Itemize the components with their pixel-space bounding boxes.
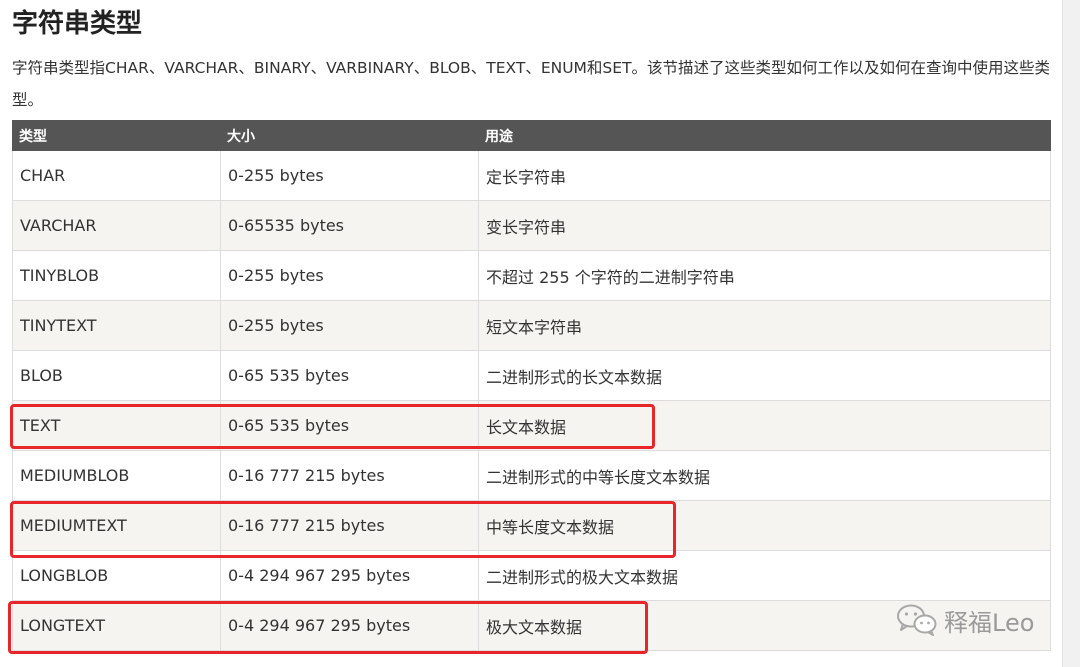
cell-size: 0-255 bytes: [220, 250, 479, 301]
table-row: LONGBLOB 0-4 294 967 295 bytes 二进制形式的极大文…: [12, 550, 1051, 601]
page-title: 字符串类型: [12, 9, 143, 39]
cell-use: 二进制形式的中等长度文本数据: [478, 450, 1051, 501]
string-types-table: 类型 大小 用途 CHAR 0-255 bytes 定长字符串 VARCHAR …: [12, 120, 1051, 651]
cell-size: 0-4 294 967 295 bytes: [220, 550, 479, 601]
cell-type: TEXT: [12, 400, 221, 451]
cell-use: 中等长度文本数据: [478, 500, 1051, 551]
cell-type: BLOB: [12, 350, 221, 401]
cell-type: LONGTEXT: [12, 600, 221, 651]
cell-use: 二进制形式的长文本数据: [478, 350, 1051, 401]
watermark: 释福Leo: [896, 600, 1034, 640]
cell-type: CHAR: [12, 150, 221, 201]
cell-size: 0-65 535 bytes: [220, 350, 479, 401]
cell-use: 变长字符串: [478, 200, 1051, 251]
wechat-icon: [896, 603, 938, 637]
cell-size: 0-65535 bytes: [220, 200, 479, 251]
table-row: BLOB 0-65 535 bytes 二进制形式的长文本数据: [12, 350, 1051, 401]
header-type: 类型: [12, 120, 221, 151]
cell-type: LONGBLOB: [12, 550, 221, 601]
table-row: VARCHAR 0-65535 bytes 变长字符串: [12, 200, 1051, 251]
table-row: MEDIUMBLOB 0-16 777 215 bytes 二进制形式的中等长度…: [12, 450, 1051, 501]
cell-size: 0-65 535 bytes: [220, 400, 479, 451]
watermark-text: 释福Leo: [944, 608, 1035, 637]
cell-size: 0-255 bytes: [220, 300, 479, 351]
table-row: TINYBLOB 0-255 bytes 不超过 255 个字符的二进制字符串: [12, 250, 1051, 301]
table-row-highlighted: LONGTEXT 0-4 294 967 295 bytes 极大文本数据: [12, 600, 1051, 651]
table-header-row: 类型 大小 用途: [12, 120, 1051, 151]
table-row-highlighted: TEXT 0-65 535 bytes 长文本数据: [12, 400, 1051, 451]
table-row-highlighted: MEDIUMTEXT 0-16 777 215 bytes 中等长度文本数据: [12, 500, 1051, 551]
table-row: CHAR 0-255 bytes 定长字符串: [12, 150, 1051, 201]
cell-use: 不超过 255 个字符的二进制字符串: [478, 250, 1051, 301]
scrollbar[interactable]: [1062, 0, 1080, 667]
header-use: 用途: [478, 120, 1051, 151]
cell-size: 0-16 777 215 bytes: [220, 450, 479, 501]
header-size: 大小: [220, 120, 479, 151]
table-row: TINYTEXT 0-255 bytes 短文本字符串: [12, 300, 1051, 351]
intro-paragraph: 字符串类型指CHAR、VARCHAR、BINARY、VARBINARY、BLOB…: [12, 59, 1051, 109]
cell-size: 0-255 bytes: [220, 150, 479, 201]
cell-use: 二进制形式的极大文本数据: [478, 550, 1051, 601]
cell-type: MEDIUMTEXT: [12, 500, 221, 551]
cell-type: VARCHAR: [12, 200, 221, 251]
cell-type: TINYTEXT: [12, 300, 221, 351]
cell-use: 长文本数据: [478, 400, 1051, 451]
cell-use: 定长字符串: [478, 150, 1051, 201]
cell-size: 0-16 777 215 bytes: [220, 500, 479, 551]
cell-type: MEDIUMBLOB: [12, 450, 221, 501]
cell-type: TINYBLOB: [12, 250, 221, 301]
cell-use: 短文本字符串: [478, 300, 1051, 351]
cell-size: 0-4 294 967 295 bytes: [220, 600, 479, 651]
